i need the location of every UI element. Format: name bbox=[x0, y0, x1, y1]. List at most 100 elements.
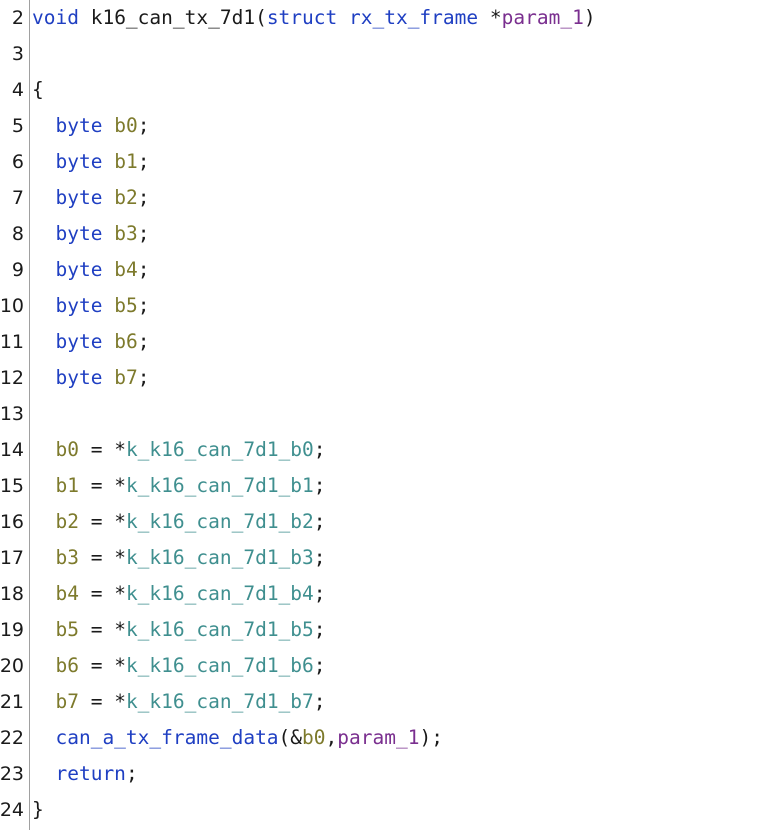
code-line[interactable]: 18 b4 = *k_k16_can_7d1_b4; bbox=[0, 576, 758, 612]
code-token[interactable]: = * bbox=[79, 618, 126, 641]
code-line[interactable]: 9 byte b4; bbox=[0, 252, 758, 288]
code-token[interactable]: (& bbox=[279, 726, 302, 749]
code-token[interactable]: , bbox=[326, 726, 338, 749]
code-token[interactable]: b1 bbox=[114, 150, 137, 173]
code-token[interactable]: b7 bbox=[55, 690, 78, 713]
code-text[interactable]: b0 = *k_k16_can_7d1_b0; bbox=[32, 432, 325, 468]
code-line[interactable]: 14 b0 = *k_k16_can_7d1_b0; bbox=[0, 432, 758, 468]
code-text[interactable]: can_a_tx_frame_data(&b0,param_1); bbox=[32, 720, 442, 756]
code-token[interactable] bbox=[32, 690, 55, 713]
code-token[interactable] bbox=[102, 294, 114, 317]
code-text[interactable]: b3 = *k_k16_can_7d1_b3; bbox=[32, 540, 326, 576]
code-text[interactable]: } bbox=[32, 792, 44, 828]
code-token[interactable]: b0 bbox=[55, 438, 78, 461]
code-text[interactable]: b7 = *k_k16_can_7d1_b7; bbox=[32, 684, 325, 720]
code-line[interactable]: 24} bbox=[0, 792, 758, 828]
code-token[interactable] bbox=[102, 330, 114, 353]
code-line[interactable]: 17 b3 = *k_k16_can_7d1_b3; bbox=[0, 540, 758, 576]
code-token[interactable] bbox=[32, 150, 55, 173]
code-line[interactable]: 3 bbox=[0, 36, 758, 72]
code-token[interactable]: can_a_tx_frame_data bbox=[55, 726, 278, 749]
code-token[interactable]: ; bbox=[138, 186, 150, 209]
code-token[interactable]: b4 bbox=[55, 582, 78, 605]
code-text[interactable]: return; bbox=[32, 756, 138, 792]
code-text[interactable]: byte b1; bbox=[32, 144, 149, 180]
decompiler-code-view[interactable]: 2 void k16_can_tx_7d1(struct rx_tx_frame … bbox=[0, 0, 758, 830]
code-token[interactable]: k_k16_can_7d1_b3 bbox=[126, 546, 314, 569]
code-token[interactable]: ) bbox=[584, 6, 596, 29]
code-token[interactable]: param_1 bbox=[337, 726, 419, 749]
code-token[interactable]: b7 bbox=[114, 366, 137, 389]
code-token[interactable]: k_k16_can_7d1_b5 bbox=[126, 618, 314, 641]
code-token[interactable]: ; bbox=[138, 222, 150, 245]
code-line[interactable]: 13 bbox=[0, 396, 758, 432]
code-line[interactable]: 20 b6 = *k_k16_can_7d1_b6; bbox=[0, 648, 758, 684]
code-token[interactable] bbox=[32, 186, 55, 209]
code-token[interactable]: b0 bbox=[302, 726, 325, 749]
code-token[interactable]: byte bbox=[55, 294, 102, 317]
code-token[interactable]: = * bbox=[79, 582, 126, 605]
code-token[interactable]: = * bbox=[79, 654, 126, 677]
code-text[interactable]: void k16_can_tx_7d1(struct rx_tx_frame *… bbox=[32, 0, 596, 36]
code-token[interactable]: = * bbox=[79, 510, 126, 533]
code-token[interactable] bbox=[102, 150, 114, 173]
code-line[interactable]: 2 void k16_can_tx_7d1(struct rx_tx_frame … bbox=[0, 0, 758, 36]
code-line[interactable]: 8 byte b3; bbox=[0, 216, 758, 252]
code-text[interactable]: b1 = *k_k16_can_7d1_b1; bbox=[32, 468, 325, 504]
code-token[interactable]: struct rx_tx_frame bbox=[267, 6, 478, 29]
code-token[interactable]: return bbox=[55, 762, 125, 785]
code-text[interactable]: { bbox=[32, 72, 44, 108]
code-line[interactable]: 5 byte b0; bbox=[0, 108, 758, 144]
code-token[interactable]: } bbox=[32, 798, 44, 821]
code-token[interactable]: k16_can_tx_7d1( bbox=[79, 6, 267, 29]
code-token[interactable] bbox=[32, 258, 55, 281]
code-token[interactable]: k_k16_can_7d1_b0 bbox=[126, 438, 314, 461]
code-token[interactable]: k_k16_can_7d1_b6 bbox=[126, 654, 314, 677]
code-token[interactable] bbox=[102, 114, 114, 137]
code-token[interactable] bbox=[32, 546, 55, 569]
code-token[interactable]: k_k16_can_7d1_b7 bbox=[126, 690, 314, 713]
code-line[interactable]: 4{ bbox=[0, 72, 758, 108]
code-text[interactable]: b5 = *k_k16_can_7d1_b5; bbox=[32, 612, 325, 648]
code-line[interactable]: 11 byte b6; bbox=[0, 324, 758, 360]
code-token[interactable] bbox=[32, 438, 55, 461]
code-token[interactable] bbox=[32, 294, 55, 317]
code-token[interactable]: b4 bbox=[114, 258, 137, 281]
code-token[interactable] bbox=[32, 654, 55, 677]
code-token[interactable]: ; bbox=[138, 258, 150, 281]
code-token[interactable]: b0 bbox=[114, 114, 137, 137]
code-token[interactable] bbox=[32, 582, 55, 605]
code-token[interactable]: b3 bbox=[55, 546, 78, 569]
code-token[interactable]: b2 bbox=[114, 186, 137, 209]
code-token[interactable]: ; bbox=[314, 546, 326, 569]
code-token[interactable]: b6 bbox=[55, 654, 78, 677]
code-token[interactable]: byte bbox=[55, 186, 102, 209]
code-text[interactable]: byte b4; bbox=[32, 252, 149, 288]
code-token[interactable]: = * bbox=[79, 438, 126, 461]
code-text[interactable]: b2 = *k_k16_can_7d1_b2; bbox=[32, 504, 325, 540]
code-token[interactable] bbox=[32, 330, 55, 353]
code-token[interactable]: k_k16_can_7d1_b1 bbox=[126, 474, 314, 497]
code-line[interactable]: 15 b1 = *k_k16_can_7d1_b1; bbox=[0, 468, 758, 504]
code-text[interactable]: byte b7; bbox=[32, 360, 149, 396]
code-token[interactable]: = * bbox=[79, 546, 126, 569]
code-token[interactable]: b6 bbox=[114, 330, 137, 353]
code-line[interactable]: 23 return; bbox=[0, 756, 758, 792]
code-text[interactable]: byte b5; bbox=[32, 288, 149, 324]
code-token[interactable] bbox=[32, 222, 55, 245]
code-token[interactable]: = * bbox=[79, 474, 126, 497]
code-token[interactable]: ; bbox=[138, 330, 150, 353]
code-token[interactable]: b2 bbox=[55, 510, 78, 533]
code-line[interactable]: 12 byte b7; bbox=[0, 360, 758, 396]
code-token[interactable]: = * bbox=[79, 690, 126, 713]
code-token[interactable]: b3 bbox=[114, 222, 137, 245]
code-token[interactable] bbox=[32, 366, 55, 389]
code-token[interactable] bbox=[32, 618, 55, 641]
code-token[interactable]: ; bbox=[314, 582, 326, 605]
code-token[interactable]: b5 bbox=[114, 294, 137, 317]
code-token[interactable] bbox=[102, 222, 114, 245]
code-token[interactable]: ; bbox=[126, 762, 138, 785]
code-token[interactable]: param_1 bbox=[502, 6, 584, 29]
code-line[interactable]: 6 byte b1; bbox=[0, 144, 758, 180]
code-text[interactable]: byte b0; bbox=[32, 108, 149, 144]
